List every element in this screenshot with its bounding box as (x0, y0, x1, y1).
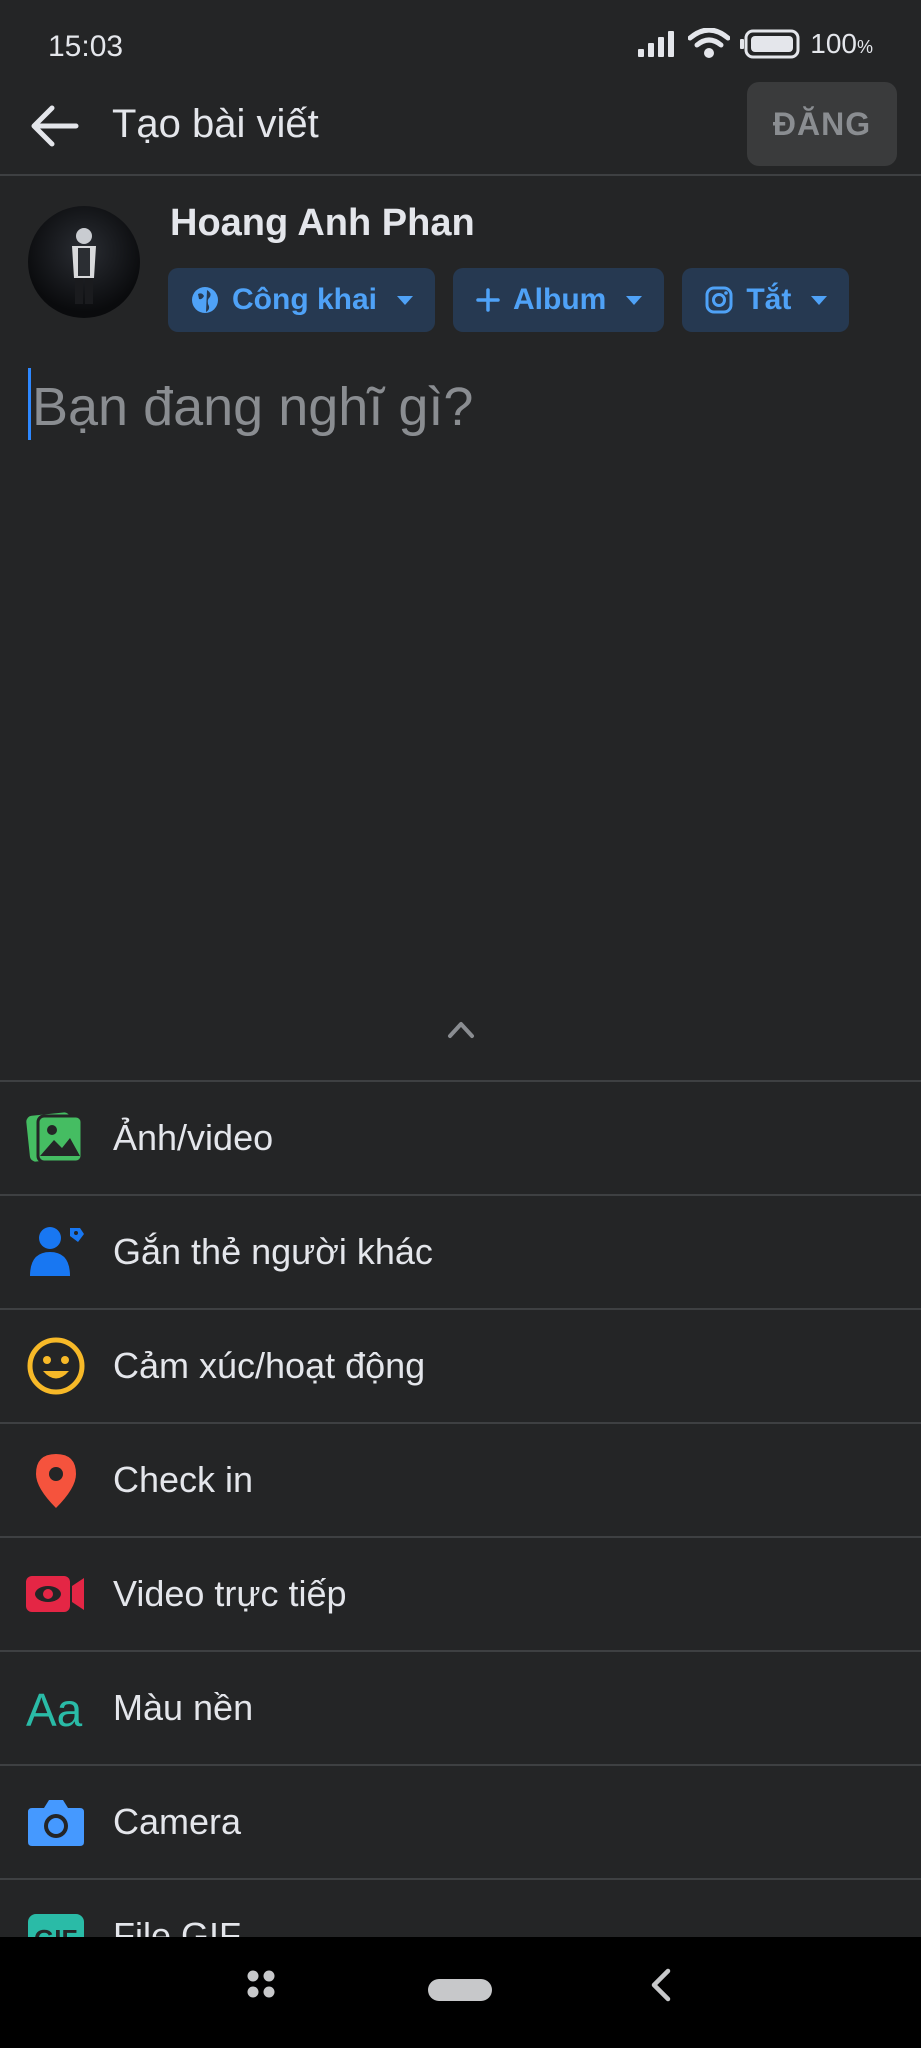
text-cursor (28, 368, 31, 440)
instagram-icon (705, 286, 733, 314)
recent-apps-icon[interactable] (246, 1969, 276, 1999)
menu-item-photo-video[interactable]: Ảnh/video (0, 1080, 921, 1194)
post-options-list: Ảnh/video Gắn thẻ người khác Cảm xúc/hoạ… (0, 1080, 921, 1992)
photo-video-icon (26, 1112, 84, 1164)
caret-down-icon (397, 295, 414, 305)
post-placeholder: Bạn đang nghĩ gì? (32, 377, 474, 437)
album-label: Album (513, 283, 607, 316)
menu-label: Check in (113, 1459, 254, 1500)
battery-percent: 100% (810, 28, 873, 59)
globe-icon (192, 287, 218, 313)
camera-icon (28, 1800, 84, 1846)
menu-label: Camera (113, 1801, 242, 1842)
feeling-icon (27, 1337, 85, 1395)
menu-label: Cảm xúc/hoạt động (113, 1345, 426, 1386)
post-text-input[interactable]: Bạn đang nghĩ gì? (28, 364, 888, 444)
plus-icon (476, 288, 500, 312)
cellular-signal-icon (638, 31, 675, 57)
live-video-icon (26, 1576, 84, 1612)
user-name: Hoang Anh Phan (170, 202, 475, 244)
header: Tạo bài viết ĐĂNG (0, 78, 921, 176)
caret-down-icon (811, 295, 828, 305)
menu-item-feeling[interactable]: Cảm xúc/hoạt động (0, 1308, 921, 1422)
menu-label: Màu nền (113, 1687, 254, 1728)
avatar (28, 206, 140, 318)
status-time: 15:03 (48, 30, 124, 63)
menu-item-check-in[interactable]: Check in (0, 1422, 921, 1536)
caret-down-icon (626, 295, 643, 305)
menu-item-live-video[interactable]: Video trực tiếp (0, 1536, 921, 1650)
audience-chips: Công khai Album Tắt (168, 268, 850, 332)
location-pin-icon (36, 1454, 76, 1508)
instagram-label: Tắt (746, 283, 792, 316)
post-button[interactable]: ĐĂNG (747, 82, 897, 166)
back-nav-icon[interactable] (648, 1967, 672, 2003)
privacy-label: Công khai (232, 283, 378, 316)
menu-item-tag-people[interactable]: Gắn thẻ người khác (0, 1194, 921, 1308)
menu-label: Ảnh/video (113, 1117, 274, 1158)
privacy-selector[interactable]: Công khai (168, 268, 436, 332)
back-arrow-icon[interactable] (28, 100, 80, 152)
instagram-selector[interactable]: Tắt (682, 268, 850, 332)
background-color-icon: Aa (26, 1684, 83, 1736)
tag-people-icon (30, 1227, 84, 1276)
menu-label: Gắn thẻ người khác (113, 1231, 433, 1272)
svg-text:Aa: Aa (26, 1684, 83, 1736)
system-navigation-bar (0, 1937, 921, 2048)
wifi-icon (688, 28, 731, 58)
page-title: Tạo bài viết (112, 102, 319, 146)
menu-item-camera[interactable]: Camera (0, 1764, 921, 1878)
battery-icon (740, 29, 800, 59)
chevron-up-icon[interactable] (446, 1016, 476, 1042)
status-icons: 100% (638, 28, 873, 60)
album-selector[interactable]: Album (453, 268, 665, 332)
menu-item-background-color[interactable]: Aa Màu nền (0, 1650, 921, 1764)
avatar-figure (72, 228, 96, 304)
status-bar: 15:03 100% (0, 0, 921, 78)
home-button[interactable] (428, 1979, 492, 2001)
menu-label: Video trực tiếp (113, 1573, 347, 1614)
